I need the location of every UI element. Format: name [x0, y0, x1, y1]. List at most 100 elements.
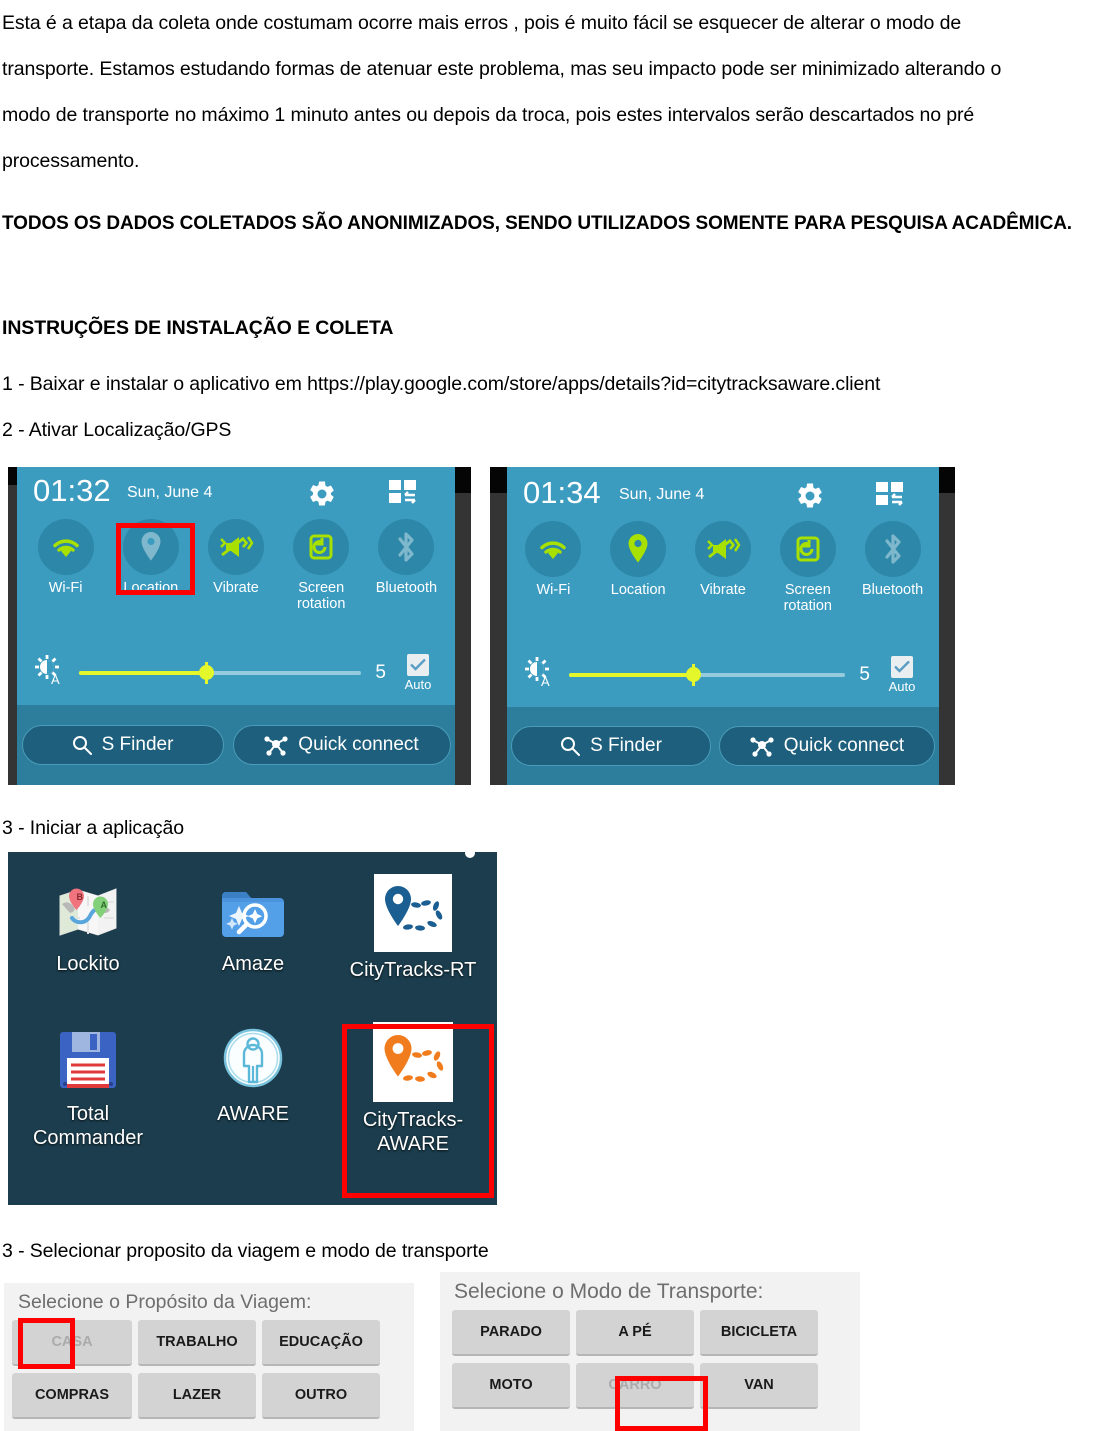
purpose-button-outro[interactable]: OUTRO — [262, 1373, 380, 1419]
app-item-citytracks-aware[interactable]: CityTracks- AWARE — [338, 1022, 488, 1156]
toggle-wifi[interactable]: Wi-Fi — [23, 519, 108, 612]
quick-settings-screenshot-after: 01:34 Sun, June 4 Wi-Fi Location Vibrate… — [490, 467, 955, 785]
brightness-slider-knob[interactable] — [686, 667, 702, 682]
purpose-button-casa[interactable]: CASA — [12, 1320, 132, 1366]
wifi-icon — [540, 541, 567, 559]
app-item-amaze[interactable]: Amaze — [178, 874, 328, 976]
toggle-screen-rotation-label: Screen rotation — [783, 582, 832, 614]
status-clock: 01:32 — [33, 473, 111, 508]
app-item-citytracks-rt[interactable]: CityTracks-RT — [338, 874, 488, 982]
brightness-slider-fill — [569, 672, 694, 677]
toggle-screen-rotation-circle — [779, 521, 836, 577]
brightness-slider[interactable] — [569, 663, 846, 686]
quick-settings-grid-icon[interactable] — [389, 480, 419, 511]
s-finder-button[interactable]: S Finder — [21, 725, 224, 765]
toggle-bluetooth-circle — [864, 521, 921, 577]
toggle-vibrate[interactable]: Vibrate — [681, 521, 766, 614]
auto-brightness-label: Auto — [888, 678, 916, 694]
brightness-value: 5 — [375, 661, 386, 683]
status-date: Sun, June 4 — [127, 484, 213, 501]
phone-bezel-top-left — [490, 467, 507, 493]
toggle-wifi-label: Wi-Fi — [536, 582, 571, 598]
auto-brightness-icon: A — [521, 655, 561, 694]
app-label: AWARE — [217, 1103, 289, 1125]
toggle-wifi-circle — [37, 519, 94, 575]
brightness-row: A 5 Auto — [31, 653, 441, 692]
purpose-button-lazer[interactable]: LAZER — [138, 1373, 256, 1419]
auto-brightness-checkbox[interactable] — [891, 655, 913, 678]
transport-button-parado[interactable]: PARADO — [452, 1310, 570, 1356]
bluetooth-icon — [884, 534, 901, 564]
toggle-bluetooth[interactable]: Bluetooth — [364, 519, 449, 612]
location-pin-icon — [141, 532, 161, 561]
quick-connect-label: Quick connect — [783, 735, 905, 756]
toggle-wifi[interactable]: Wi-Fi — [511, 521, 596, 614]
location-pin-icon — [628, 534, 648, 563]
transport-button-van[interactable]: VAN — [700, 1363, 818, 1409]
brightness-slider-knob[interactable] — [199, 665, 215, 680]
page-indicator-dot — [465, 852, 475, 858]
transport-button-a-pe[interactable]: A PÉ — [576, 1310, 694, 1356]
app-item-aware[interactable]: AWARE — [178, 1024, 328, 1126]
brightness-row: A 5 Auto — [521, 655, 925, 694]
toggle-location-label: Location — [123, 580, 179, 596]
step-3a-text: 3 - Iniciar a aplicação — [2, 817, 184, 839]
settings-gear-icon[interactable] — [795, 481, 825, 516]
paragraph-line-4: processamento. — [2, 150, 140, 172]
settings-gear-icon[interactable] — [307, 479, 337, 514]
step-3b-text: 3 - Selecionar proposito da viagem e mod… — [2, 1240, 489, 1262]
phone-bezel-right — [939, 467, 955, 785]
toggle-screen-rotation[interactable]: Screen rotation — [279, 519, 364, 612]
toggle-location[interactable]: Location — [108, 519, 193, 612]
toggle-bluetooth-label: Bluetooth — [861, 582, 924, 598]
brightness-slider[interactable] — [79, 661, 362, 684]
purpose-button-compras[interactable]: COMPRAS — [12, 1373, 132, 1419]
phone-bezel-top-right — [939, 467, 955, 493]
search-icon — [561, 737, 581, 756]
app-item-lockito[interactable]: B A Lockito — [13, 874, 163, 976]
toggle-screen-rotation[interactable]: Screen rotation — [765, 521, 850, 614]
toggle-location-label: Location — [610, 582, 666, 598]
app-label: Lockito — [56, 953, 120, 975]
quick-toggle-row: Wi-Fi Location Vibrate Screen rotation B… — [23, 519, 449, 612]
quick-connect-label: Quick connect — [298, 734, 419, 755]
toggle-vibrate[interactable]: Vibrate — [193, 519, 278, 612]
quick-settings-screenshot-before: 01:32 Sun, June 4 Wi-Fi Location Vibrate… — [8, 467, 471, 785]
app-item-total-commander[interactable]: Total Commander — [13, 1024, 163, 1150]
toggle-vibrate-label: Vibrate — [213, 580, 259, 596]
app-label: Total Commander — [32, 1103, 144, 1149]
quick-settings-panel: 01:32 Sun, June 4 Wi-Fi Location Vibrate… — [17, 467, 455, 705]
toggle-location[interactable]: Location — [596, 521, 681, 614]
check-icon — [894, 660, 910, 673]
s-finder-label: S Finder — [590, 735, 662, 756]
auto-brightness-label: Auto — [404, 676, 432, 692]
transport-mode-panel: Selecione o Modo de Transporte: PARADO A… — [440, 1272, 860, 1431]
auto-brightness-checkbox-group[interactable]: Auto — [879, 655, 925, 694]
purpose-button-trabalho[interactable]: TRABALHO — [138, 1320, 256, 1366]
blue-pin-track-icon — [374, 874, 452, 952]
quick-toggle-row: Wi-Fi Location Vibrate Screen rotation B… — [511, 521, 935, 614]
quick-settings-panel: 01:34 Sun, June 4 Wi-Fi Location Vibrate… — [507, 467, 939, 707]
transport-button-moto[interactable]: MOTO — [452, 1363, 570, 1409]
quick-settings-grid-icon[interactable] — [876, 482, 906, 513]
s-finder-button[interactable]: S Finder — [511, 726, 711, 766]
paragraph-line-2: transporte. Estamos estudando formas de … — [2, 58, 1002, 80]
toggle-location-circle — [610, 521, 667, 577]
purpose-button-educacao[interactable]: EDUCAÇÃO — [262, 1320, 380, 1366]
vibrate-icon — [220, 536, 254, 557]
screen-rotation-icon — [796, 536, 820, 562]
transport-button-carro[interactable]: CARRO — [576, 1363, 694, 1409]
transport-mode-button-grid: PARADO A PÉ BICICLETA MOTO CARRO VAN — [440, 1310, 860, 1416]
step-1-text: 1 - Baixar e instalar o aplicativo em ht… — [2, 373, 881, 395]
toggle-bluetooth[interactable]: Bluetooth — [850, 521, 935, 614]
app-label: Amaze — [221, 953, 285, 975]
quick-connect-button[interactable]: Quick connect — [232, 725, 451, 765]
quick-connect-button[interactable]: Quick connect — [719, 726, 935, 766]
phone-bezel-top-left — [8, 467, 17, 485]
quick-connect-icon — [750, 737, 774, 757]
trip-purpose-panel: Selecione o Propósito da Viagem: CASA TR… — [4, 1283, 414, 1431]
transport-button-bicicleta[interactable]: BICICLETA — [700, 1310, 818, 1356]
auto-brightness-checkbox-group[interactable]: Auto — [395, 653, 441, 692]
transport-mode-title: Selecione o Modo de Transporte: — [454, 1280, 764, 1303]
auto-brightness-checkbox[interactable] — [407, 653, 429, 676]
